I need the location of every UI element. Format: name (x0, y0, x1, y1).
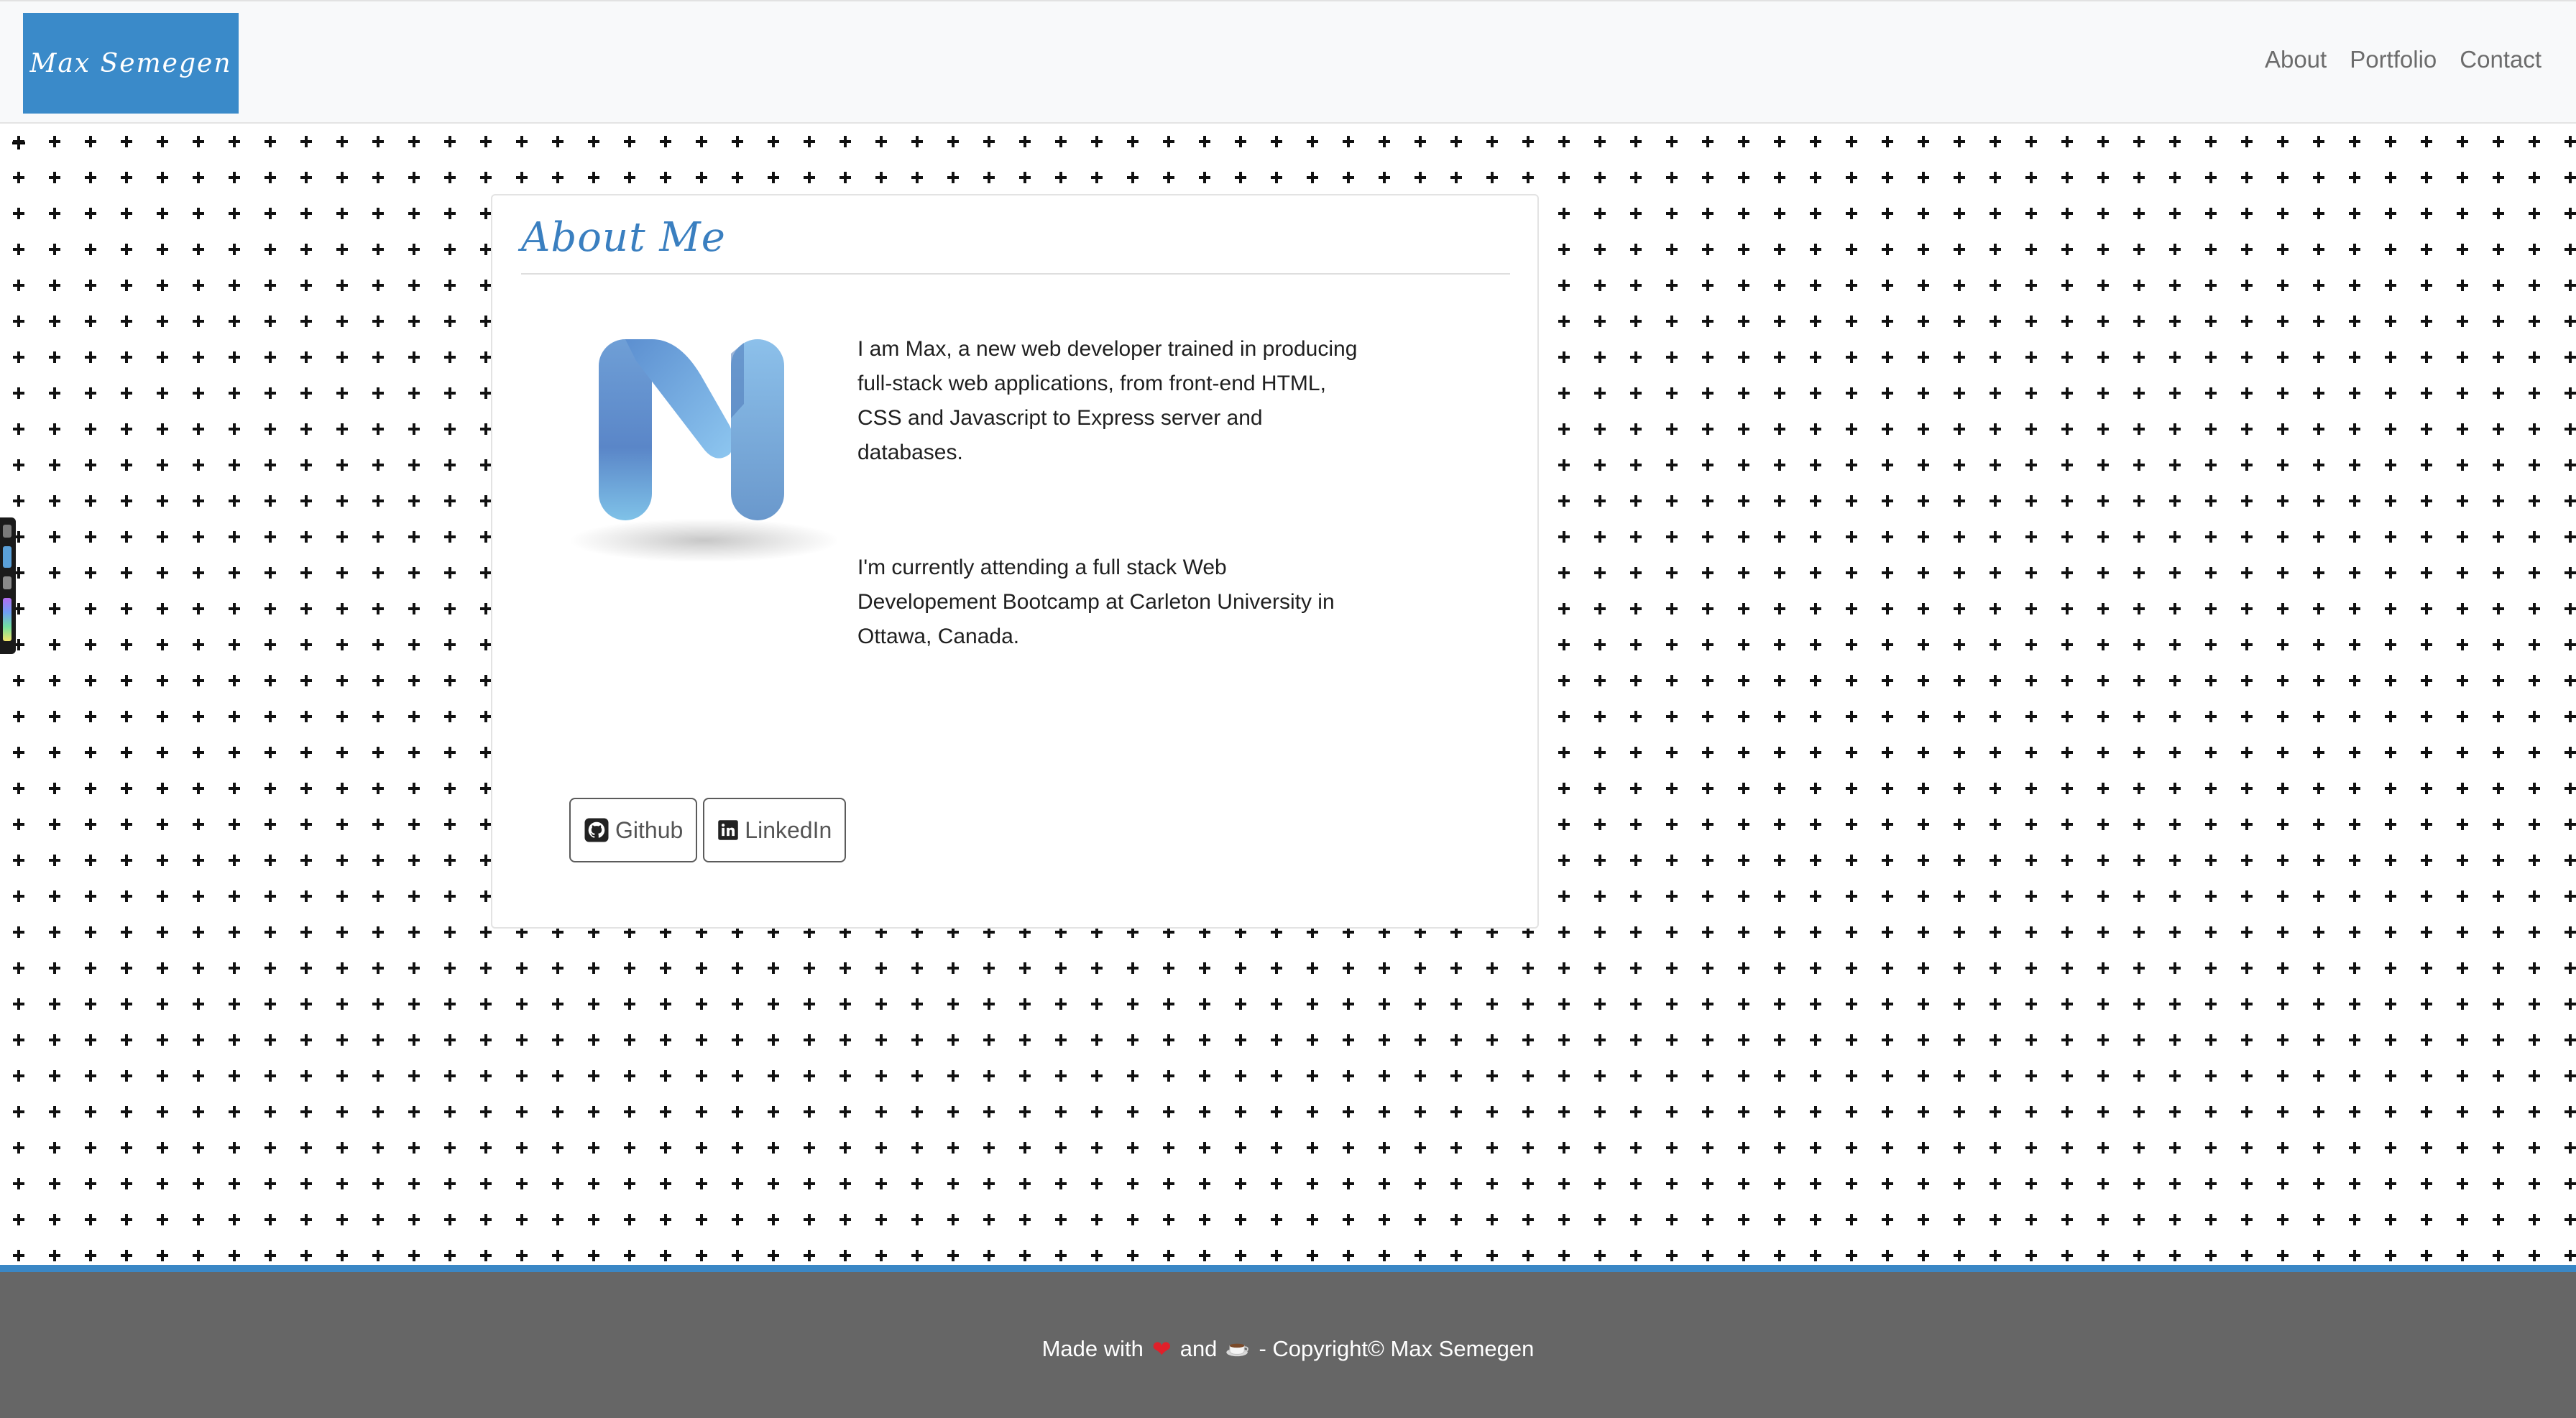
widget-swatch (3, 576, 12, 589)
nav-link-contact[interactable]: Contact (2460, 46, 2542, 73)
brand-logo-link[interactable]: Max Semegen (23, 13, 239, 114)
linkedin-icon (718, 820, 739, 840)
coffee-icon (1226, 1343, 1249, 1356)
about-text: I am Max, a new web developer trained in… (857, 332, 1361, 654)
nav-link-portfolio[interactable]: Portfolio (2350, 46, 2437, 73)
footer-made-with: Made with (1041, 1335, 1144, 1361)
linkedin-button[interactable]: LinkedIn (703, 798, 847, 862)
github-button[interactable]: Github (569, 798, 698, 862)
nav-link-about[interactable]: About (2265, 46, 2327, 73)
about-paragraph-1: I am Max, a new web developer trained in… (857, 337, 1358, 464)
navbar: Max Semegen About Portfolio Contact (0, 0, 2576, 124)
github-label: Github (615, 816, 684, 843)
title-divider (521, 273, 1510, 275)
widget-gradient-swatch (3, 598, 12, 641)
nav-links: About Portfolio Contact (2265, 46, 2542, 73)
github-icon (584, 818, 609, 842)
widget-swatch (3, 525, 12, 538)
about-title: About Me (521, 214, 726, 261)
social-buttons: Github LinkedIn (569, 798, 847, 862)
linkedin-label: LinkedIn (745, 816, 832, 843)
heart-icon: ❤ (1151, 1335, 1172, 1362)
m-logo-icon (571, 310, 837, 569)
edge-color-widget[interactable] (0, 517, 16, 654)
footer-copyright: - Copyright© Max Semegen (1259, 1335, 1535, 1361)
m-logo-svg (599, 339, 784, 520)
widget-swatch (3, 546, 12, 568)
footer: Made with ❤ and - Copyright© Max Semegen (0, 1265, 2576, 1418)
footer-and: and (1179, 1335, 1218, 1361)
footer-text: Made with ❤ and - Copyright© Max Semegen (1042, 1335, 1535, 1363)
about-paragraph-2: I'm currently attending a full stack Web… (857, 556, 1335, 648)
logo-shadow (571, 519, 837, 562)
about-card: About Me I am Max, a new web developer t… (491, 194, 1539, 929)
